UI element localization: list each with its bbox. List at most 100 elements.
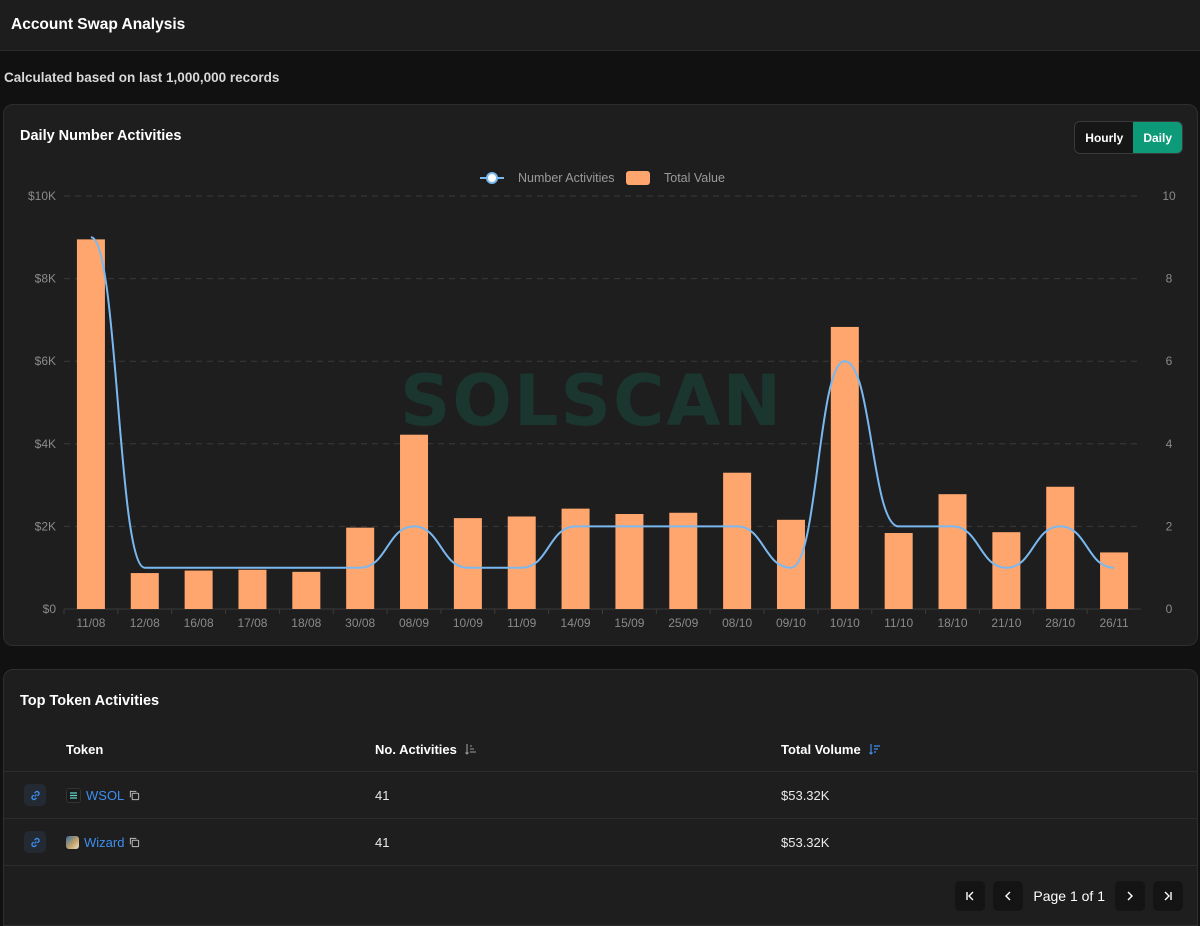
column-token-label: Token [66,741,104,757]
activities-cell: 41 [375,834,390,850]
hourly-button[interactable]: Hourly [1075,122,1133,153]
bar-total-value [1100,552,1129,609]
y-left-tick-label: $4K [35,437,56,451]
interval-toggle: Hourly Daily [1074,121,1183,154]
y-left-tick-label: $0 [43,602,57,616]
bar-total-value [292,571,321,609]
bar-total-value [1046,486,1075,609]
row-link-button[interactable] [24,784,46,806]
x-tick-label: 18/10 [938,616,968,630]
y-right-tick-label: 10 [1162,189,1176,203]
x-tick-label: 11/09 [507,616,536,630]
row-link-button[interactable] [24,831,46,853]
column-volume-label: Total Volume [781,741,861,757]
x-tick-label: 30/08 [345,616,375,630]
last-page-button[interactable] [1153,881,1183,911]
token-table: Token No. Activities Total Volume WSOL 4… [4,727,1197,866]
chevron-left-icon [1005,891,1011,901]
bar-total-value [938,494,967,609]
activity-chart: $0 $2K $4K $6K $8K $10K 0 2 4 6 8 10 11/08 12/08 16/08… [28,171,1176,630]
x-tick-label: 08/09 [399,616,429,630]
y-left-tick-label: $8K [35,272,56,286]
bar-total-value [453,518,482,609]
y-left-tick-label: $6K [35,354,56,368]
bar-total-value [992,532,1021,609]
table-header: Token No. Activities Total Volume [4,727,1197,772]
x-tick-label: 26/11 [1100,616,1129,630]
column-activities-label: No. Activities [375,741,457,757]
token-activities-card: Top Token Activities Token No. Activitie… [3,669,1198,926]
copy-icon[interactable] [129,790,140,801]
volume-cell: $53.32K [781,787,830,803]
table-row: WSOL 41 $53.32K [4,772,1197,819]
x-tick-label: 11/10 [884,616,913,630]
column-volume[interactable]: Total Volume [781,742,881,757]
x-tick-label: 21/10 [991,616,1021,630]
sort-descending-icon[interactable] [868,743,881,755]
x-tick-label: 18/08 [291,616,321,630]
wsol-logo-icon [66,787,81,803]
token-link[interactable]: WSOL [86,788,124,803]
x-tick-label: 15/09 [614,616,644,630]
x-tick-label: 25/09 [668,616,698,630]
pagination: Page 1 of 1 [955,881,1183,911]
top-bar: Account Swap Analysis [0,0,1200,51]
page-indicator: Page 1 of 1 [1033,888,1105,904]
link-icon [30,790,40,800]
chart-title: Daily Number Activities [20,128,182,144]
first-page-button[interactable] [955,881,986,911]
legend-line-dot [486,172,498,184]
bar-total-value [184,570,213,609]
y-left-tick-label: $2K [35,519,56,533]
x-tick-label: 08/10 [722,616,752,630]
next-page-button[interactable] [1115,881,1145,911]
previous-page-button[interactable] [993,881,1024,911]
activities-cell: 41 [375,787,390,803]
bar-total-value [400,434,429,609]
x-tick-label: 28/10 [1045,616,1075,630]
bar-total-value [561,508,590,609]
volume-cell: $53.32K [781,834,830,850]
x-tick-label: 14/09 [561,616,591,630]
chevron-right-icon [1127,891,1133,901]
token-link[interactable]: Wizard [84,835,124,850]
daily-button[interactable]: Daily [1133,122,1182,153]
wizard-logo-icon [66,835,79,849]
y-right-tick-label: 0 [1166,602,1173,616]
bar-total-value [76,239,105,610]
token-cell: WSOL [66,787,140,803]
bar-total-value [884,533,913,609]
first-page-icon [966,891,974,901]
table-row: Wizard 41 $53.32K [4,819,1197,866]
y-right-tick-label: 4 [1166,437,1173,451]
legend-total-value: Total Value [664,171,725,185]
y-right-tick-label: 2 [1166,519,1173,533]
bar-total-value [507,516,536,609]
chart-card: SOLSCAN $0 $2K $4K $6K $8K $10K 0 2 4 6 8 10 11/08 12… [3,104,1198,646]
bar-total-value [615,514,644,609]
copy-icon[interactable] [129,837,140,848]
records-subtitle: Calculated based on last 1,000,000 recor… [4,70,280,85]
x-tick-label: 16/08 [184,616,214,630]
sort-ascending-icon[interactable] [464,743,477,755]
page-title: Account Swap Analysis [11,16,186,33]
x-tick-label: 12/08 [130,616,160,630]
x-tick-label: 17/08 [237,616,267,630]
token-card-title: Top Token Activities [20,693,160,709]
legend-number-activities: Number Activities [518,171,615,185]
y-left-tick-label: $10K [28,189,56,203]
x-tick-label: 10/10 [830,616,860,630]
y-right-tick-label: 6 [1166,354,1173,368]
bar-total-value [238,569,267,609]
legend-bar-marker [626,171,650,185]
x-tick-label: 10/09 [453,616,483,630]
x-tick-label: 09/10 [776,616,806,630]
x-tick-label: 11/08 [76,616,105,630]
bar-total-value [130,573,159,609]
bar-total-value [723,472,752,609]
token-cell: Wizard [66,835,140,850]
last-page-icon [1164,891,1172,901]
link-icon [30,837,40,847]
column-token: Token [66,742,103,757]
column-activities[interactable]: No. Activities [375,742,477,757]
